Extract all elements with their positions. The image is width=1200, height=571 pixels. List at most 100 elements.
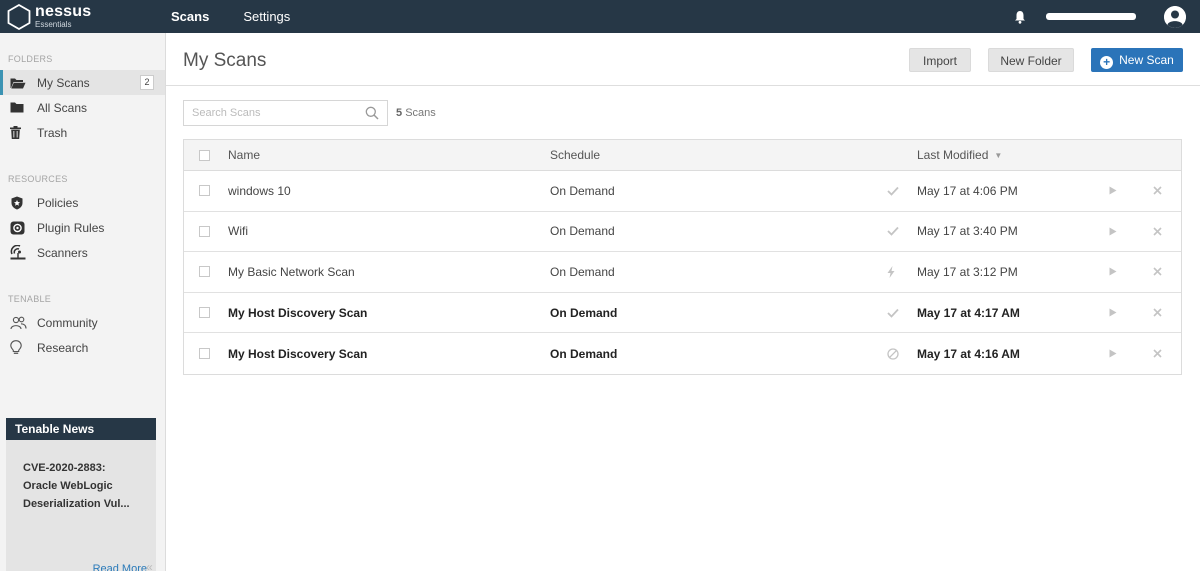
sidebar-item-label: All Scans bbox=[37, 100, 88, 115]
scan-schedule: On Demand bbox=[550, 183, 615, 198]
row-checkbox[interactable] bbox=[199, 348, 210, 360]
plus-circle-icon: + bbox=[1100, 56, 1114, 69]
search-icon[interactable] bbox=[365, 106, 379, 120]
sidebar-item-policies[interactable]: Policies bbox=[0, 190, 165, 215]
column-name[interactable]: Name bbox=[228, 140, 260, 170]
logo-name: nessus bbox=[35, 3, 92, 20]
scan-name[interactable]: Wifi bbox=[228, 212, 248, 252]
delete-icon[interactable] bbox=[1153, 171, 1162, 211]
row-checkbox[interactable] bbox=[199, 307, 210, 319]
scan-count: 5 Scans bbox=[396, 107, 436, 119]
scanner-icon bbox=[10, 245, 28, 261]
scan-name[interactable]: My Host Discovery Scan bbox=[228, 293, 367, 333]
launch-icon[interactable] bbox=[1109, 293, 1117, 333]
check-icon bbox=[887, 293, 899, 333]
tenable-news-title: Tenable News bbox=[6, 418, 156, 440]
tenable-news-panel: Tenable News CVE-2020-2883: Oracle WebLo… bbox=[6, 418, 156, 571]
row-checkbox[interactable] bbox=[199, 266, 210, 278]
read-more-link[interactable]: Read More bbox=[93, 563, 147, 571]
sidebar-item-trash[interactable]: Trash bbox=[0, 120, 165, 145]
nav-scans[interactable]: Scans bbox=[171, 9, 209, 24]
sidebar-item-plugin-rules[interactable]: Plugin Rules bbox=[0, 215, 165, 240]
delete-icon[interactable] bbox=[1153, 212, 1162, 252]
policy-icon bbox=[10, 195, 28, 211]
sidebar-item-label: Community bbox=[37, 315, 98, 330]
table-row[interactable]: Wifi On Demand May 17 at 3:40 PM bbox=[184, 212, 1181, 253]
scan-schedule: On Demand bbox=[550, 264, 615, 279]
scan-schedule: On Demand bbox=[550, 346, 618, 361]
sidebar-item-label: Plugin Rules bbox=[37, 220, 105, 235]
scan-name[interactable]: windows 10 bbox=[228, 171, 291, 211]
scan-last-modified: May 17 at 4:16 AM bbox=[917, 346, 1020, 361]
search-box bbox=[183, 100, 388, 126]
sidebar-item-research[interactable]: Research bbox=[0, 335, 165, 360]
news-headline[interactable]: CVE-2020-2883: Oracle WebLogic Deseriali… bbox=[6, 440, 156, 513]
bell-icon[interactable] bbox=[1014, 10, 1026, 24]
search-input[interactable] bbox=[184, 101, 354, 125]
new-scan-button[interactable]: + New Scan bbox=[1091, 48, 1183, 72]
community-icon bbox=[10, 315, 28, 331]
delete-icon[interactable] bbox=[1153, 293, 1162, 333]
scan-count-badge: 2 bbox=[140, 75, 154, 90]
delete-icon[interactable] bbox=[1153, 333, 1162, 374]
scan-name[interactable]: My Basic Network Scan bbox=[228, 252, 355, 292]
scan-schedule: On Demand bbox=[550, 224, 615, 239]
row-checkbox[interactable] bbox=[199, 225, 210, 237]
page-title: My Scans bbox=[183, 50, 267, 71]
launch-icon[interactable] bbox=[1109, 212, 1117, 252]
launch-icon[interactable] bbox=[1109, 333, 1117, 374]
select-all-checkbox[interactable] bbox=[199, 149, 210, 161]
row-checkbox[interactable] bbox=[199, 185, 210, 197]
nav-settings[interactable]: Settings bbox=[243, 9, 290, 24]
bolt-icon bbox=[887, 252, 895, 292]
new-folder-button[interactable]: New Folder bbox=[988, 48, 1074, 72]
folders-title: FOLDERS bbox=[8, 54, 53, 64]
resources-title: RESOURCES bbox=[8, 174, 68, 184]
scans-table: Name Schedule Last Modified ▼ windows 10 O… bbox=[183, 139, 1182, 375]
table-row[interactable]: My Basic Network Scan On Demand May 17 at … bbox=[184, 252, 1181, 293]
launch-icon[interactable] bbox=[1109, 252, 1117, 292]
top-bar: nessus Essentials Scans Settings bbox=[0, 0, 1200, 33]
nessus-logo[interactable]: nessus Essentials bbox=[7, 3, 157, 30]
sidebar-item-label: Research bbox=[37, 340, 89, 355]
sidebar-item-scanners[interactable]: Scanners bbox=[0, 240, 165, 265]
scan-last-modified: May 17 at 3:40 PM bbox=[917, 224, 1018, 239]
sidebar-item-label: Scanners bbox=[37, 245, 88, 260]
launch-icon[interactable] bbox=[1109, 171, 1117, 211]
check-icon bbox=[887, 212, 899, 252]
table-row[interactable]: My Host Discovery Scan On Demand May 17 at… bbox=[184, 293, 1181, 334]
folder-open-icon bbox=[10, 75, 28, 91]
nessus-hexagon-icon bbox=[7, 3, 31, 30]
research-icon bbox=[10, 340, 28, 356]
scan-name[interactable]: My Host Discovery Scan bbox=[228, 333, 367, 374]
sidebar-item-all-scans[interactable]: All Scans bbox=[0, 95, 165, 120]
import-button[interactable]: Import bbox=[909, 48, 971, 72]
table-row[interactable]: My Host Discovery Scan On Demand May 17 at… bbox=[184, 333, 1181, 374]
sidebar-item-label: Policies bbox=[37, 195, 79, 210]
username-redacted[interactable] bbox=[1046, 13, 1136, 20]
plugin-rules-icon bbox=[10, 220, 28, 236]
delete-icon[interactable] bbox=[1153, 252, 1162, 292]
column-last-modified[interactable]: Last Modified ▼ bbox=[917, 140, 1002, 170]
new-scan-label: New Scan bbox=[1119, 53, 1174, 67]
header-divider bbox=[166, 85, 1200, 86]
trash-icon bbox=[10, 125, 28, 141]
table-header: Name Schedule Last Modified ▼ bbox=[184, 140, 1181, 171]
column-last-modified-label: Last Modified bbox=[917, 148, 989, 162]
scan-last-modified: May 17 at 4:17 AM bbox=[917, 305, 1020, 320]
sidebar-item-community[interactable]: Community bbox=[0, 310, 165, 335]
table-row[interactable]: windows 10 On Demand May 17 at 4:06 PM bbox=[184, 171, 1181, 212]
tenable-title: TENABLE bbox=[8, 294, 52, 304]
scan-count-label: Scans bbox=[405, 107, 436, 119]
scan-last-modified: May 17 at 4:06 PM bbox=[917, 183, 1018, 198]
canceled-icon bbox=[887, 333, 899, 374]
sort-down-icon: ▼ bbox=[994, 150, 1003, 160]
collapse-sidebar-icon[interactable]: « bbox=[146, 560, 153, 571]
scan-schedule: On Demand bbox=[550, 305, 618, 320]
sidebar-item-label: Trash bbox=[37, 125, 68, 140]
sidebar-item-my-scans[interactable]: My Scans 2 bbox=[0, 70, 165, 95]
main-nav: Scans Settings bbox=[171, 9, 324, 24]
user-avatar-icon[interactable] bbox=[1164, 5, 1186, 28]
main-content: My Scans Import New Folder + New Scan 5 S… bbox=[166, 33, 1200, 571]
column-schedule[interactable]: Schedule bbox=[550, 140, 600, 170]
